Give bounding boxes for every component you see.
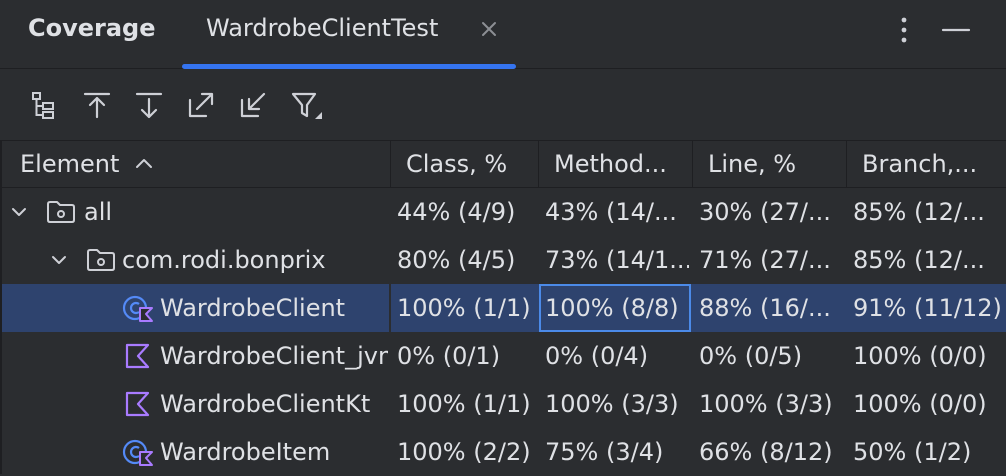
column-header-class[interactable]: Class, % [406,141,534,187]
column-divider[interactable] [846,141,847,187]
column-header-element[interactable]: Element [20,141,119,187]
method-coverage: 0% (0/4) [545,342,649,370]
expand-icon[interactable] [186,90,216,120]
method-coverage: 100% (8/8) [545,294,679,322]
class-coverage: 100% (2/2) [397,438,531,466]
table-header: Element Class, % Method... Line, % Branc… [0,140,1006,188]
method-coverage: 75% (3/4) [545,438,664,466]
line-coverage: 71% (27/... [699,246,831,274]
column-divider[interactable] [692,141,693,187]
table-row[interactable]: com.rodi.bonprix 80% (4/5) 73% (14/1... … [0,236,1006,284]
column-label: Element [20,150,120,178]
table-row[interactable]: all 44% (4/9) 43% (14/... 30% (27/... 85… [0,188,1006,236]
panel-edge [0,140,2,474]
kotlin-class-icon [122,295,153,322]
folder-icon [47,201,75,223]
coverage-toolbar [0,70,1006,140]
line-coverage: 66% (8/12) [699,438,833,466]
line-coverage: 88% (16/... [699,294,831,322]
branch-coverage: 91% (11/12) [853,294,1002,322]
branch-coverage: 85% (12/... [853,198,985,226]
element-name: com.rodi.bonprix [122,246,326,274]
kotlin-class-icon [122,439,153,466]
collapse-icon[interactable] [238,90,268,120]
column-divider[interactable] [538,141,539,187]
line-coverage: 0% (0/5) [699,342,803,370]
tab-wardrobe-client-test[interactable]: WardrobeClientTest [182,0,516,69]
branch-coverage: 100% (0/0) [853,390,987,418]
method-coverage: 43% (14/... [545,198,677,226]
tab-label: WardrobeClientTest [206,14,439,42]
tool-window-header: Coverage WardrobeClientTest [0,0,1006,69]
table-row[interactable]: WardrobeClientKt 100% (1/1) 100% (3/3) 1… [0,380,1006,428]
kotlin-file-icon [125,343,150,369]
class-coverage: 100% (1/1) [397,294,531,322]
method-coverage: 100% (3/3) [545,390,679,418]
chevron-down-icon[interactable] [50,252,68,268]
close-icon[interactable] [478,18,500,40]
more-vertical-icon[interactable] [888,14,920,46]
line-coverage: 30% (27/... [699,198,831,226]
column-divider [389,284,391,332]
chevron-down-icon[interactable] [10,204,28,220]
column-divider[interactable] [390,141,391,187]
minimize-icon[interactable] [940,14,972,46]
branch-coverage: 50% (1/2) [853,438,972,466]
sort-ascending-icon[interactable] [134,155,154,171]
column-header-branch[interactable]: Branch,... [862,141,1002,187]
arrow-up-icon[interactable] [82,90,112,120]
panel-title: Coverage [28,14,156,42]
table-row[interactable]: WardrobeClient_jvm 0% (0/1) 0% (0/4) 0% … [0,332,1006,380]
column-header-method[interactable]: Method... [554,141,688,187]
element-name: WardrobeItem [160,438,331,466]
table-row[interactable]: WardrobeItem 100% (2/2) 75% (3/4) 66% (8… [0,428,1006,476]
active-tab-indicator [182,64,516,69]
line-coverage: 100% (3/3) [699,390,833,418]
element-name: WardrobeClientKt [160,390,371,418]
package-icon [87,249,115,271]
column-header-line[interactable]: Line, % [708,141,842,187]
class-coverage: 44% (4/9) [397,198,516,226]
class-coverage: 80% (4/5) [397,246,516,274]
class-coverage: 0% (0/1) [397,342,501,370]
kotlin-file-icon [125,391,150,417]
element-name: all [84,198,113,226]
hierarchy-icon[interactable] [30,90,60,120]
element-name: WardrobeClient_jvm [160,342,388,370]
branch-coverage: 85% (12/... [853,246,985,274]
class-coverage: 100% (1/1) [397,390,531,418]
method-coverage: 73% (14/1... [545,246,689,274]
filter-icon[interactable] [290,90,324,120]
table-row-selected[interactable]: WardrobeClient 100% (1/1) 100% (8/8) 88%… [0,284,1006,332]
element-name: WardrobeClient [160,294,346,322]
arrow-down-icon[interactable] [134,90,164,120]
branch-coverage: 100% (0/0) [853,342,987,370]
